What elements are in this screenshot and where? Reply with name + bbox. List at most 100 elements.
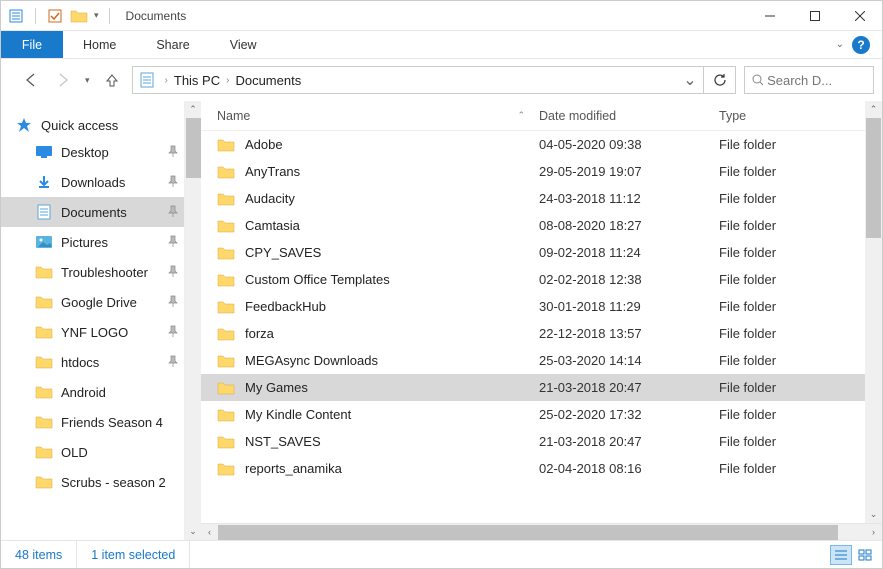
scrollbar-thumb[interactable] (186, 118, 201, 178)
sidebar-item-label: Android (61, 385, 106, 400)
column-type[interactable]: Type (719, 109, 882, 123)
file-type: File folder (719, 434, 882, 449)
properties-icon[interactable] (7, 7, 25, 25)
sidebar-item-htdocs[interactable]: htdocs (1, 347, 184, 377)
tab-view[interactable]: View (210, 31, 277, 58)
breadcrumb-this-pc[interactable]: This PC (172, 73, 222, 88)
status-selection: 1 item selected (77, 541, 190, 568)
scroll-up-icon[interactable]: ⌃ (865, 101, 882, 118)
table-row[interactable]: MEGAsync Downloads25-03-2020 14:14File f… (201, 347, 882, 374)
maximize-button[interactable] (792, 1, 837, 30)
sidebar-item-documents[interactable]: Documents (1, 197, 184, 227)
table-row[interactable]: Custom Office Templates02-02-2018 12:38F… (201, 266, 882, 293)
sidebar-item-pictures[interactable]: Pictures (1, 227, 184, 257)
thumbnails-view-button[interactable] (854, 545, 876, 565)
sidebar-item-friends-season-4[interactable]: Friends Season 4 (1, 407, 184, 437)
address-bar[interactable]: › This PC › Documents ⌄ (132, 66, 736, 94)
vertical-scrollbar[interactable]: ⌃ ⌄ (865, 101, 882, 523)
sidebar-item-google-drive[interactable]: Google Drive (1, 287, 184, 317)
column-name[interactable]: Name ⌃ (217, 109, 539, 123)
close-button[interactable] (837, 1, 882, 30)
file-name: Adobe (245, 137, 283, 152)
pin-icon (168, 355, 178, 370)
quick-access-label: Quick access (41, 118, 118, 133)
chevron-right-icon[interactable]: › (222, 75, 233, 86)
file-date: 25-03-2020 14:14 (539, 353, 719, 368)
main-area: Quick access DesktopDownloadsDocumentsPi… (1, 101, 882, 540)
details-view-button[interactable] (830, 545, 852, 565)
search-box[interactable] (744, 66, 874, 94)
scroll-right-icon[interactable]: › (865, 524, 882, 541)
sidebar-item-android[interactable]: Android (1, 377, 184, 407)
forward-button[interactable] (51, 68, 75, 92)
column-date[interactable]: Date modified (539, 109, 719, 123)
folder-icon (217, 191, 235, 207)
horizontal-scrollbar[interactable]: ‹ › (201, 523, 882, 540)
table-row[interactable]: CPY_SAVES09-02-2018 11:24File folder (201, 239, 882, 266)
file-date: 02-04-2018 08:16 (539, 461, 719, 476)
table-row[interactable]: forza22-12-2018 13:57File folder (201, 320, 882, 347)
table-row[interactable]: FeedbackHub30-01-2018 11:29File folder (201, 293, 882, 320)
pin-icon (168, 265, 178, 280)
scrollbar-thumb[interactable] (866, 118, 881, 238)
scroll-left-icon[interactable]: ‹ (201, 524, 218, 541)
sidebar-item-downloads[interactable]: Downloads (1, 167, 184, 197)
file-list[interactable]: Adobe04-05-2020 09:38File folderAnyTrans… (201, 131, 882, 523)
breadcrumb-documents[interactable]: Documents (233, 73, 303, 88)
table-row[interactable]: My Kindle Content25-02-2020 17:32File fo… (201, 401, 882, 428)
file-name: forza (245, 326, 274, 341)
minimize-button[interactable] (747, 1, 792, 30)
folder-icon (217, 434, 235, 450)
folder-icon (217, 407, 235, 423)
scroll-down-icon[interactable]: ⌄ (865, 506, 882, 523)
file-type: File folder (719, 218, 882, 233)
pin-icon (168, 145, 178, 160)
folder-icon (35, 294, 53, 310)
folder-icon (217, 299, 235, 315)
file-name: NST_SAVES (245, 434, 321, 449)
table-row[interactable]: reports_anamika02-04-2018 08:16File fold… (201, 455, 882, 482)
sidebar-item-ynf-logo[interactable]: YNF LOGO (1, 317, 184, 347)
titlebar: ▾ Documents (1, 1, 882, 31)
file-date: 08-08-2020 18:27 (539, 218, 719, 233)
table-row[interactable]: Adobe04-05-2020 09:38File folder (201, 131, 882, 158)
folder-icon (217, 380, 235, 396)
table-row[interactable]: NST_SAVES 21-03-2018 20:47File folder (201, 428, 882, 455)
table-row[interactable]: AnyTrans29-05-2019 19:07File folder (201, 158, 882, 185)
folder-icon (35, 324, 53, 340)
refresh-button[interactable] (703, 67, 735, 93)
folder-icon (35, 384, 53, 400)
tab-home[interactable]: Home (63, 31, 136, 58)
up-button[interactable] (100, 68, 124, 92)
recent-locations-icon[interactable]: ▾ (85, 75, 90, 86)
table-row[interactable]: My Games21-03-2018 20:47File folder (201, 374, 882, 401)
search-input[interactable] (767, 73, 867, 88)
sidebar-item-scrubs-season-2[interactable]: Scrubs - season 2 (1, 467, 184, 497)
scrollbar-thumb[interactable] (218, 525, 838, 540)
expand-ribbon-icon[interactable]: ⌄ (836, 39, 844, 50)
window-title: Documents (126, 9, 187, 23)
pin-icon (168, 295, 178, 310)
file-tab[interactable]: File (1, 31, 63, 58)
scroll-down-icon[interactable]: ⌄ (185, 523, 201, 540)
sidebar-scrollbar[interactable]: ⌃ ⌄ (184, 101, 201, 540)
table-row[interactable]: Camtasia08-08-2020 18:27File folder (201, 212, 882, 239)
quick-access-group[interactable]: Quick access (1, 113, 184, 137)
tab-share[interactable]: Share (136, 31, 209, 58)
sidebar-item-desktop[interactable]: Desktop (1, 137, 184, 167)
checkbox-icon[interactable] (46, 7, 64, 25)
chevron-right-icon[interactable]: › (161, 75, 172, 86)
sidebar-item-old[interactable]: OLD (1, 437, 184, 467)
address-history-button[interactable]: ⌄ (677, 67, 703, 93)
table-row[interactable]: Audacity24-03-2018 11:12File folder (201, 185, 882, 212)
back-button[interactable] (19, 68, 43, 92)
sidebar-item-label: htdocs (61, 355, 99, 370)
help-icon[interactable]: ? (852, 36, 870, 54)
pin-icon (168, 205, 178, 220)
file-date: 29-05-2019 19:07 (539, 164, 719, 179)
desktop-icon (35, 144, 53, 160)
sidebar-item-troubleshooter[interactable]: Troubleshooter (1, 257, 184, 287)
file-date: 21-03-2018 20:47 (539, 434, 719, 449)
chevron-down-icon[interactable]: ▾ (94, 10, 99, 21)
scroll-up-icon[interactable]: ⌃ (185, 101, 201, 118)
